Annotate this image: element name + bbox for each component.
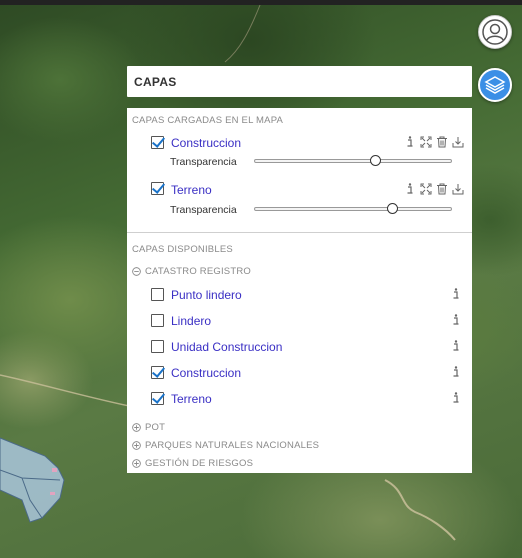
loaded-layer-label[interactable]: Terreno (171, 183, 212, 197)
loaded-layer-checkbox[interactable] (151, 136, 164, 149)
available-layers-title: CAPAS DISPONIBLES (132, 244, 233, 255)
group-parques-naturales[interactable]: PARQUES NATURALES NACIONALES (132, 440, 319, 451)
transparency-slider[interactable] (254, 203, 452, 214)
expand-icon (132, 423, 141, 432)
group-catastro-registro[interactable]: CATASTRO REGISTRO (132, 266, 251, 277)
layers-panel: CAPAS CARGADAS EN EL MAPA Construccion T… (127, 108, 472, 473)
available-layer-checkbox[interactable] (151, 314, 164, 327)
loaded-layers-title: CAPAS CARGADAS EN EL MAPA (132, 115, 284, 126)
transparency-label: Transparencia (170, 156, 237, 168)
section-divider (127, 232, 472, 233)
slider-thumb[interactable] (369, 155, 381, 166)
available-layer-checkbox[interactable] (151, 366, 164, 379)
group-gestion-riesgos[interactable]: GESTIÓN DE RIESGOS (132, 458, 253, 469)
info-icon[interactable] (404, 136, 416, 148)
parcel-shapes (0, 437, 65, 523)
available-layer-label[interactable]: Lindero (171, 314, 211, 328)
transparency-slider[interactable] (254, 155, 452, 166)
group-pot[interactable]: POT (132, 422, 165, 433)
info-icon[interactable] (452, 314, 460, 326)
group-label: PARQUES NATURALES NACIONALES (145, 440, 320, 451)
zoom-extent-icon[interactable] (420, 183, 432, 195)
available-layer-label[interactable]: Unidad Construccion (171, 340, 282, 354)
info-icon[interactable] (452, 340, 460, 352)
info-icon[interactable] (452, 392, 460, 404)
group-label: CATASTRO REGISTRO (145, 266, 251, 277)
loaded-layer-label[interactable]: Construccion (171, 136, 241, 150)
layers-icon (484, 76, 506, 94)
slider-thumb[interactable] (387, 203, 399, 214)
info-icon[interactable] (452, 366, 460, 378)
info-icon[interactable] (404, 183, 416, 195)
available-layer-label[interactable]: Punto lindero (171, 288, 242, 302)
download-icon[interactable] (452, 136, 464, 148)
expand-icon (132, 459, 141, 468)
download-icon[interactable] (452, 183, 464, 195)
transparency-label: Transparencia (170, 204, 237, 216)
group-label: POT (145, 422, 166, 433)
user-button[interactable] (478, 15, 512, 49)
zoom-extent-icon[interactable] (420, 136, 432, 148)
collapse-icon (132, 267, 141, 276)
available-layer-label[interactable]: Construccion (171, 366, 241, 380)
available-layer-checkbox[interactable] (151, 288, 164, 301)
available-layer-checkbox[interactable] (151, 392, 164, 405)
loaded-layer-tools (404, 136, 464, 148)
available-layer-label[interactable]: Terreno (171, 392, 212, 406)
layers-button[interactable] (478, 68, 512, 102)
expand-icon (132, 441, 141, 450)
loaded-layer-checkbox[interactable] (151, 182, 164, 195)
available-layer-checkbox[interactable] (151, 340, 164, 353)
loaded-layer-tools (404, 183, 464, 195)
trash-icon[interactable] (436, 183, 448, 195)
user-icon (482, 19, 508, 45)
trash-icon[interactable] (436, 136, 448, 148)
layers-panel-header: CAPAS (127, 66, 472, 97)
group-label: GESTIÓN DE RIESGOS (145, 458, 254, 469)
panel-title: CAPAS (134, 74, 177, 89)
info-icon[interactable] (452, 288, 460, 300)
